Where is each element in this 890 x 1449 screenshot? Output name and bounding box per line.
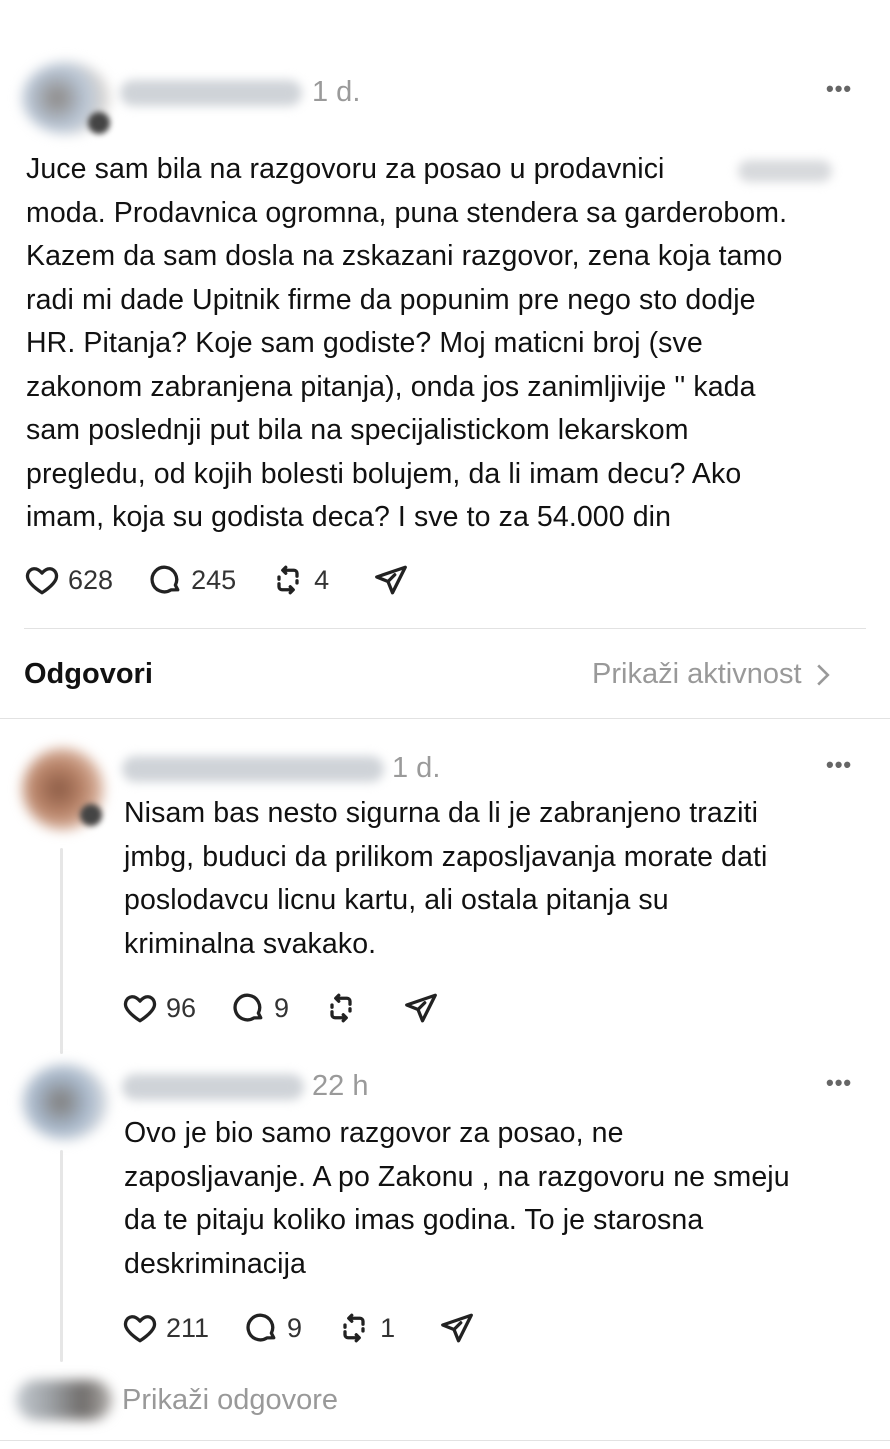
reply-line: Nisam bas nesto sigurna da li je zabranj… xyxy=(124,797,759,829)
redacted-store-name xyxy=(738,160,832,182)
reply-line: deskriminacija xyxy=(124,1247,306,1280)
divider xyxy=(0,718,890,719)
post-line: imam, koja su godista deca? I sve to za … xyxy=(26,501,672,533)
reply-actions: 96 9 xyxy=(122,990,473,1026)
comment-count: 9 xyxy=(274,992,290,1023)
send-icon xyxy=(441,1313,474,1343)
like-count: 628 xyxy=(68,564,114,595)
reply-author-username-blurred[interactable] xyxy=(122,1074,304,1100)
more-horizontal-icon[interactable]: ••• xyxy=(826,752,852,778)
author-username-blurred[interactable] xyxy=(120,80,302,106)
post-line: HR. Pitanja? Koje sam godiste? Moj matic… xyxy=(26,327,703,359)
post-line: sam poslednji put bila na specijalistick… xyxy=(26,414,689,446)
repost-count: 1 xyxy=(380,1312,396,1343)
avatar-badge xyxy=(88,112,110,134)
share-button[interactable] xyxy=(373,562,409,598)
more-horizontal-icon[interactable]: ••• xyxy=(826,76,852,102)
comment-button[interactable]: 245 xyxy=(147,562,236,598)
reply-line: jmbg, buduci da prilikom zaposljavanja m… xyxy=(124,840,768,873)
like-button[interactable]: 211 xyxy=(122,1310,209,1346)
comment-button[interactable]: 9 xyxy=(230,990,289,1026)
chevron-right-icon xyxy=(816,663,830,686)
repost-count: 4 xyxy=(314,564,330,595)
reply-time: 22 h xyxy=(312,1070,369,1102)
reply-line: zaposljavanje. A po Zakonu , na razgovor… xyxy=(124,1160,790,1193)
share-button[interactable] xyxy=(403,990,439,1026)
reply-line: kriminalna svakako. xyxy=(124,927,377,960)
post-line: radi mi dade Upitnik firme da popunim pr… xyxy=(26,283,756,316)
reply-author-avatar[interactable] xyxy=(22,1064,108,1140)
comment-bubble-icon xyxy=(150,565,180,594)
reply-line: da te pitaju koliko imas godina. To je s… xyxy=(124,1204,704,1236)
repost-button[interactable]: 4 xyxy=(270,562,329,598)
post-line: zakonom zabranjena pitanja), onda jos za… xyxy=(26,370,756,403)
reply-line: Ovo je bio samo razgovor za posao, ne xyxy=(124,1117,624,1149)
reply-line: poslodavcu licnu kartu, ali ostala pitan… xyxy=(124,884,669,916)
comment-bubble-icon xyxy=(233,993,263,1022)
reply-author-username-blurred[interactable] xyxy=(122,756,384,782)
post-line: pregledu, od kojih bolesti bolujem, da l… xyxy=(26,457,742,490)
more-horizontal-icon[interactable]: ••• xyxy=(826,1070,852,1096)
avatar-badge xyxy=(80,804,102,826)
send-icon xyxy=(375,565,408,595)
send-icon xyxy=(405,993,437,1023)
divider xyxy=(24,628,866,629)
reply-time: 1 d. xyxy=(392,752,441,784)
repost-icon xyxy=(330,993,352,1023)
comment-button[interactable]: 9 xyxy=(243,1310,302,1346)
heart-icon xyxy=(25,567,59,595)
heart-icon xyxy=(123,1315,157,1343)
heart-icon xyxy=(123,995,157,1023)
comment-count: 245 xyxy=(191,564,237,595)
divider xyxy=(0,1440,890,1441)
like-button[interactable]: 628 xyxy=(24,562,113,598)
thread-line xyxy=(60,1150,63,1362)
post-actions: 628 245 4 xyxy=(24,562,443,598)
post-line: moda. Prodavnica ogromna, puna stendera … xyxy=(26,196,788,229)
view-activity-label: Prikaži aktivnost xyxy=(592,658,802,690)
like-count: 96 xyxy=(166,992,197,1023)
show-replies-link[interactable]: Prikaži odgovore xyxy=(122,1384,338,1417)
post-body: Juce sam bila na razgovoru za posao u pr… xyxy=(26,148,876,540)
replier-avatars-stack xyxy=(16,1380,112,1420)
like-count: 211 xyxy=(166,1312,210,1343)
comment-count: 9 xyxy=(287,1312,303,1343)
reply-actions: 211 9 1 xyxy=(122,1310,509,1346)
repost-button[interactable] xyxy=(323,990,359,1026)
repost-button[interactable]: 1 xyxy=(336,1310,395,1346)
post-time: 1 d. xyxy=(312,76,361,108)
like-button[interactable]: 96 xyxy=(122,990,196,1026)
comment-bubble-icon xyxy=(246,1313,276,1342)
replies-heading: Odgovori xyxy=(24,658,153,690)
view-activity-link[interactable]: Prikaži aktivnost xyxy=(592,658,832,691)
share-button[interactable] xyxy=(439,1310,475,1346)
thread-line xyxy=(60,848,63,1054)
repost-icon xyxy=(277,565,299,595)
repost-icon xyxy=(343,1313,365,1343)
reply-body: Ovo je bio samo razgovor za posao, ne za… xyxy=(124,1112,874,1286)
post-line: Kazem da sam dosla na zskazani razgovor,… xyxy=(26,240,783,272)
reply-body: Nisam bas nesto sigurna da li je zabranj… xyxy=(124,792,874,966)
